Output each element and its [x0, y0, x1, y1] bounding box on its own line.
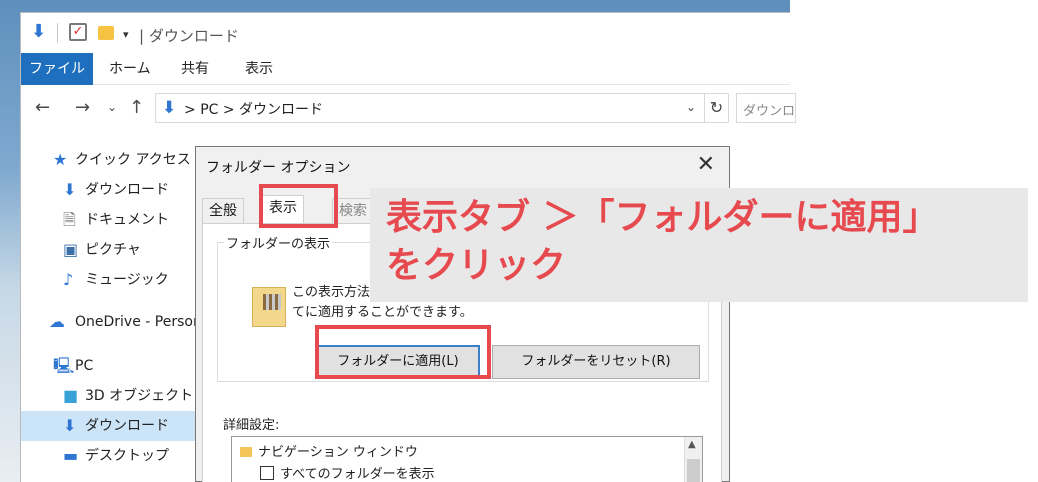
- pc-icon: 🖳: [53, 356, 75, 375]
- pictures-icon: ▣: [63, 240, 79, 259]
- download-arrow-icon: ⬇: [31, 21, 47, 42]
- sidebar-item-pc[interactable]: 🖳 PC: [21, 351, 199, 381]
- tab-view[interactable]: 表示: [231, 53, 287, 85]
- star-icon: ★: [53, 150, 68, 169]
- sidebar-item-downloads-pc[interactable]: ⬇ ダウンロード: [21, 411, 199, 441]
- folder-view-icon: [252, 287, 286, 327]
- recent-locations-chevron-icon[interactable]: ⌄: [107, 100, 117, 114]
- address-bar-row: ← → ⌄ ↑ ⬇ > PC > ダウンロード ⌄ ↻ ダウンロー: [21, 91, 796, 127]
- cloud-icon: ☁: [49, 312, 65, 331]
- tab-view-selected[interactable]: 表示: [262, 195, 304, 225]
- instruction-text: 表示タブ ＞「フォルダーに適用」 をクリック: [386, 197, 939, 286]
- list-item[interactable]: すべてのフォルダーを表示: [260, 463, 435, 482]
- sidebar-item-documents[interactable]: 🗎 ドキュメント: [21, 205, 199, 235]
- refresh-icon[interactable]: ↻: [705, 93, 729, 123]
- music-note-icon: ♪: [63, 270, 74, 289]
- chevron-down-icon[interactable]: ▾: [123, 26, 129, 44]
- sidebar-item-desktop[interactable]: ▬ デスクトップ: [21, 441, 199, 471]
- tab-file[interactable]: ファイル: [21, 53, 93, 85]
- scroll-thumb[interactable]: [687, 459, 700, 482]
- folder-icon: [240, 447, 252, 457]
- tab-home[interactable]: ホーム: [95, 53, 165, 85]
- apply-to-folders-button[interactable]: フォルダーに適用(L): [316, 345, 480, 379]
- breadcrumb: > PC > ダウンロード: [184, 102, 324, 118]
- sidebar-item-downloads[interactable]: ⬇ ダウンロード: [21, 175, 199, 205]
- ribbon-tabs: ファイル ホーム 共有 表示: [21, 53, 790, 85]
- tab-general[interactable]: 全般: [202, 198, 244, 224]
- back-arrow-icon[interactable]: ←: [35, 97, 50, 118]
- scrollbar[interactable]: ▲: [684, 437, 702, 482]
- download-arrow-icon: ⬇: [63, 180, 77, 199]
- list-item: ナビゲーション ウィンドウ: [240, 441, 418, 460]
- new-folder-icon[interactable]: [98, 26, 114, 40]
- sidebar-item-pictures[interactable]: ▣ ピクチャ: [21, 235, 199, 265]
- divider: [57, 23, 58, 43]
- up-arrow-icon[interactable]: ↑: [129, 97, 144, 118]
- properties-check-icon[interactable]: ✓: [69, 23, 87, 41]
- cube-icon: ■: [63, 386, 79, 405]
- window-title: | ダウンロード: [139, 27, 239, 45]
- forward-arrow-icon[interactable]: →: [75, 97, 90, 118]
- navigation-pane: ★ クイック アクセス ⬇ ダウンロード 🗎 ドキュメント ▣ ピクチャ ♪ ミ…: [21, 145, 199, 482]
- sidebar-item-3d-objects[interactable]: ■ 3D オブジェクト: [21, 381, 199, 411]
- dialog-title: フォルダー オプション: [206, 160, 351, 176]
- download-arrow-icon: ⬇: [63, 416, 77, 435]
- reset-folders-button[interactable]: フォルダーをリセット(R): [492, 345, 700, 379]
- sidebar-item-quick-access[interactable]: ★ クイック アクセス: [21, 145, 199, 175]
- search-input[interactable]: ダウンロー: [736, 93, 796, 123]
- tab-share[interactable]: 共有: [167, 53, 223, 85]
- title-bar: ⬇ ✓ ▾ | ダウンロード: [21, 13, 790, 53]
- chevron-down-icon[interactable]: ⌄: [686, 100, 696, 114]
- sidebar-item-onedrive[interactable]: ☁ OneDrive - Person: [21, 307, 199, 337]
- document-icon: 🗎: [63, 210, 76, 229]
- checkbox[interactable]: [260, 466, 274, 480]
- close-icon[interactable]: ✕: [697, 152, 715, 177]
- instruction-callout: 表示タブ ＞「フォルダーに適用」 をクリック: [370, 188, 1028, 302]
- scroll-up-arrow-icon[interactable]: ▲: [688, 439, 696, 450]
- download-arrow-icon: ⬇: [162, 98, 177, 118]
- address-field[interactable]: ⬇ > PC > ダウンロード ⌄: [155, 93, 705, 123]
- group-label: フォルダーの表示: [224, 233, 333, 252]
- advanced-settings-list[interactable]: ナビゲーション ウィンドウ すべてのフォルダーを表示 ▲: [231, 436, 703, 482]
- sidebar-item-music[interactable]: ♪ ミュージック: [21, 265, 199, 295]
- advanced-settings-label: 詳細設定:: [223, 418, 280, 433]
- desktop-icon: ▬: [63, 446, 79, 465]
